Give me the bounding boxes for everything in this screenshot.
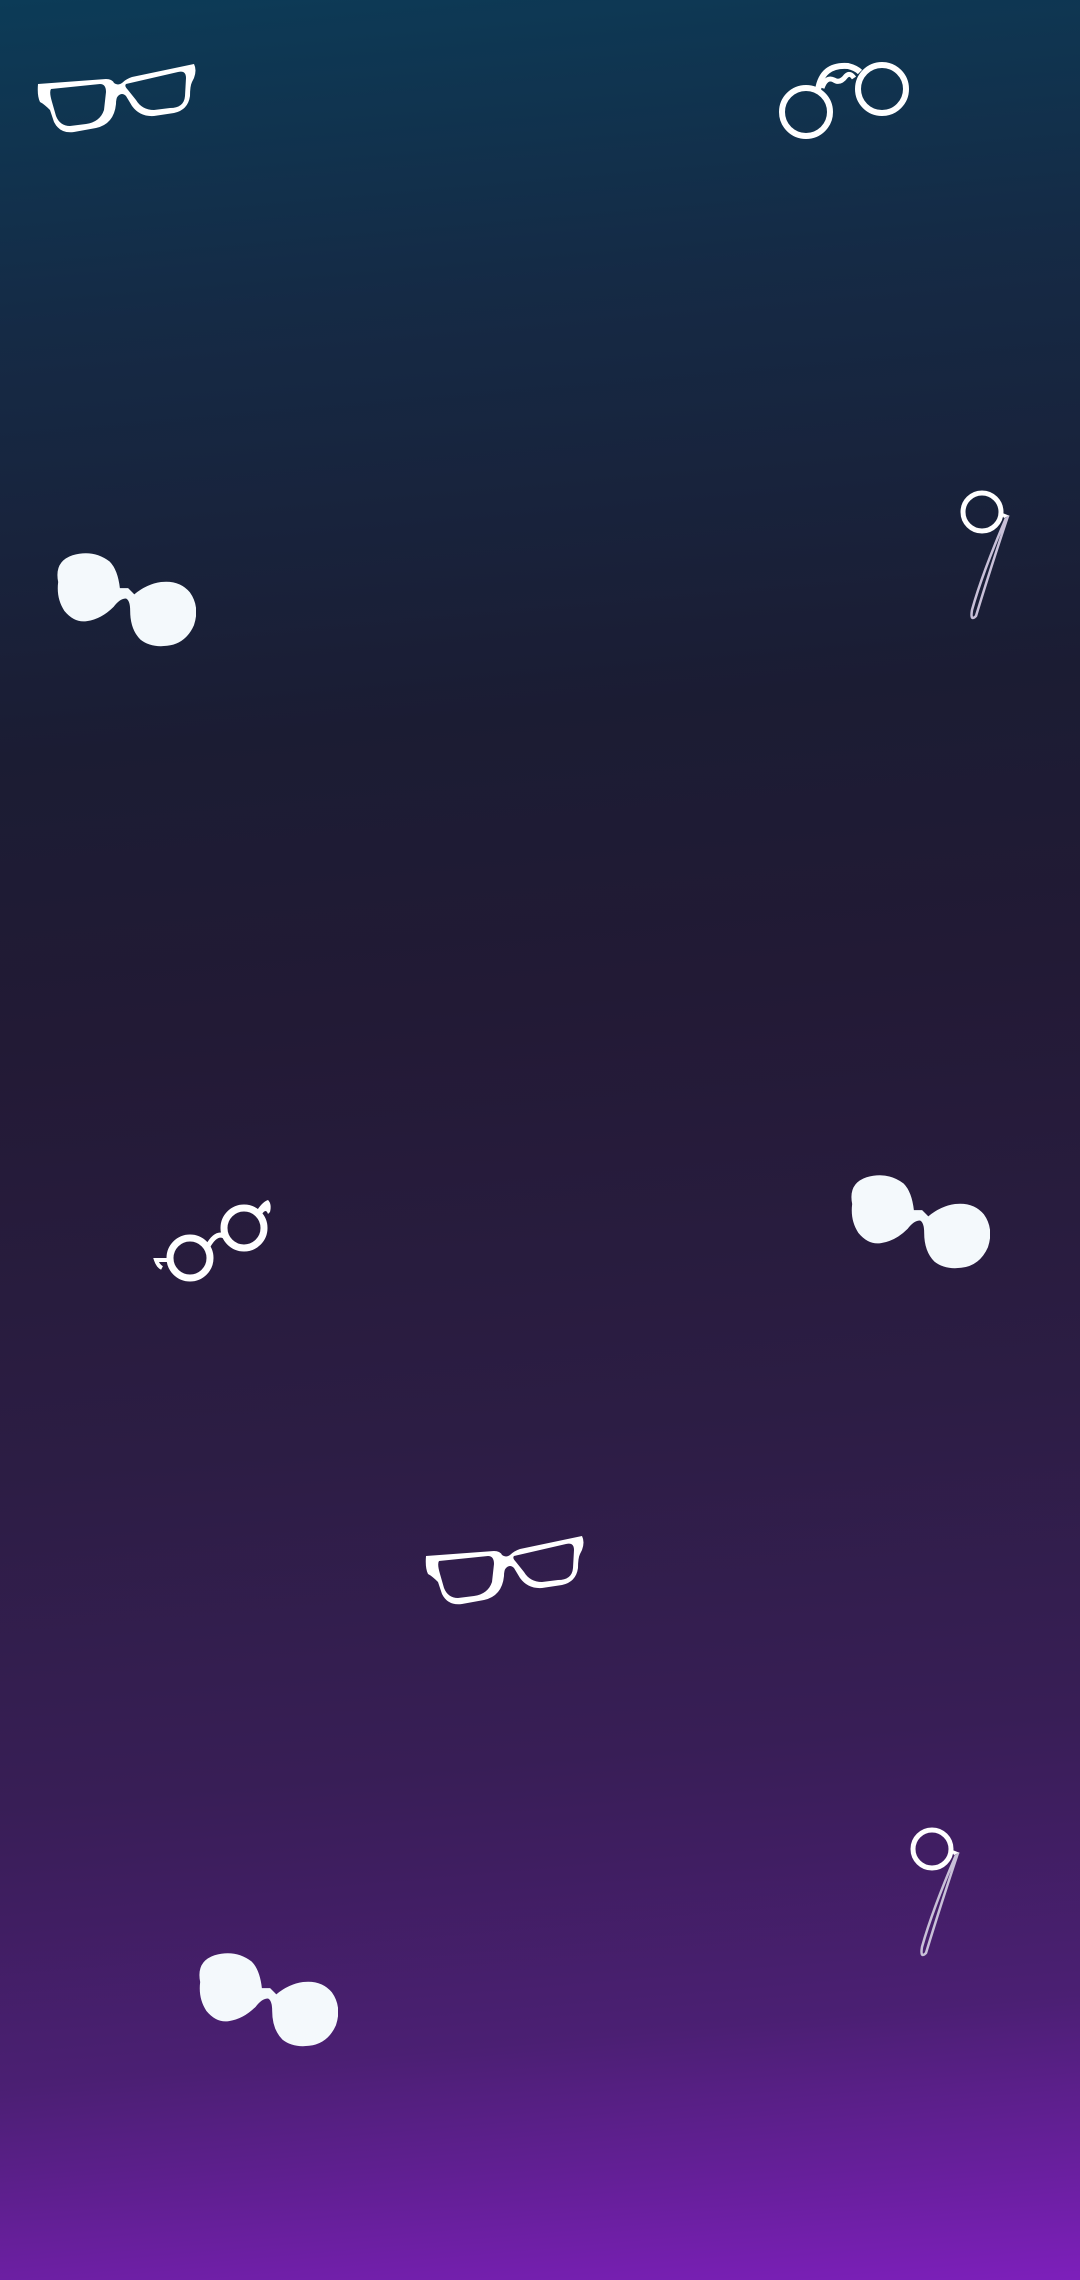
- monocle-icon: [960, 490, 1014, 620]
- pince-nez-icon: [776, 60, 916, 144]
- round-sunglasses-icon: [194, 1951, 338, 2048]
- round-glasses-icon: [152, 1198, 278, 1284]
- wayfarer-glasses-icon: [36, 62, 196, 134]
- monocle-icon: [910, 1827, 964, 1957]
- wayfarer-glasses-icon: [424, 1534, 584, 1606]
- round-sunglasses-icon: [846, 1173, 990, 1270]
- round-sunglasses-icon: [52, 551, 196, 648]
- wallpaper-background: [0, 0, 1080, 2280]
